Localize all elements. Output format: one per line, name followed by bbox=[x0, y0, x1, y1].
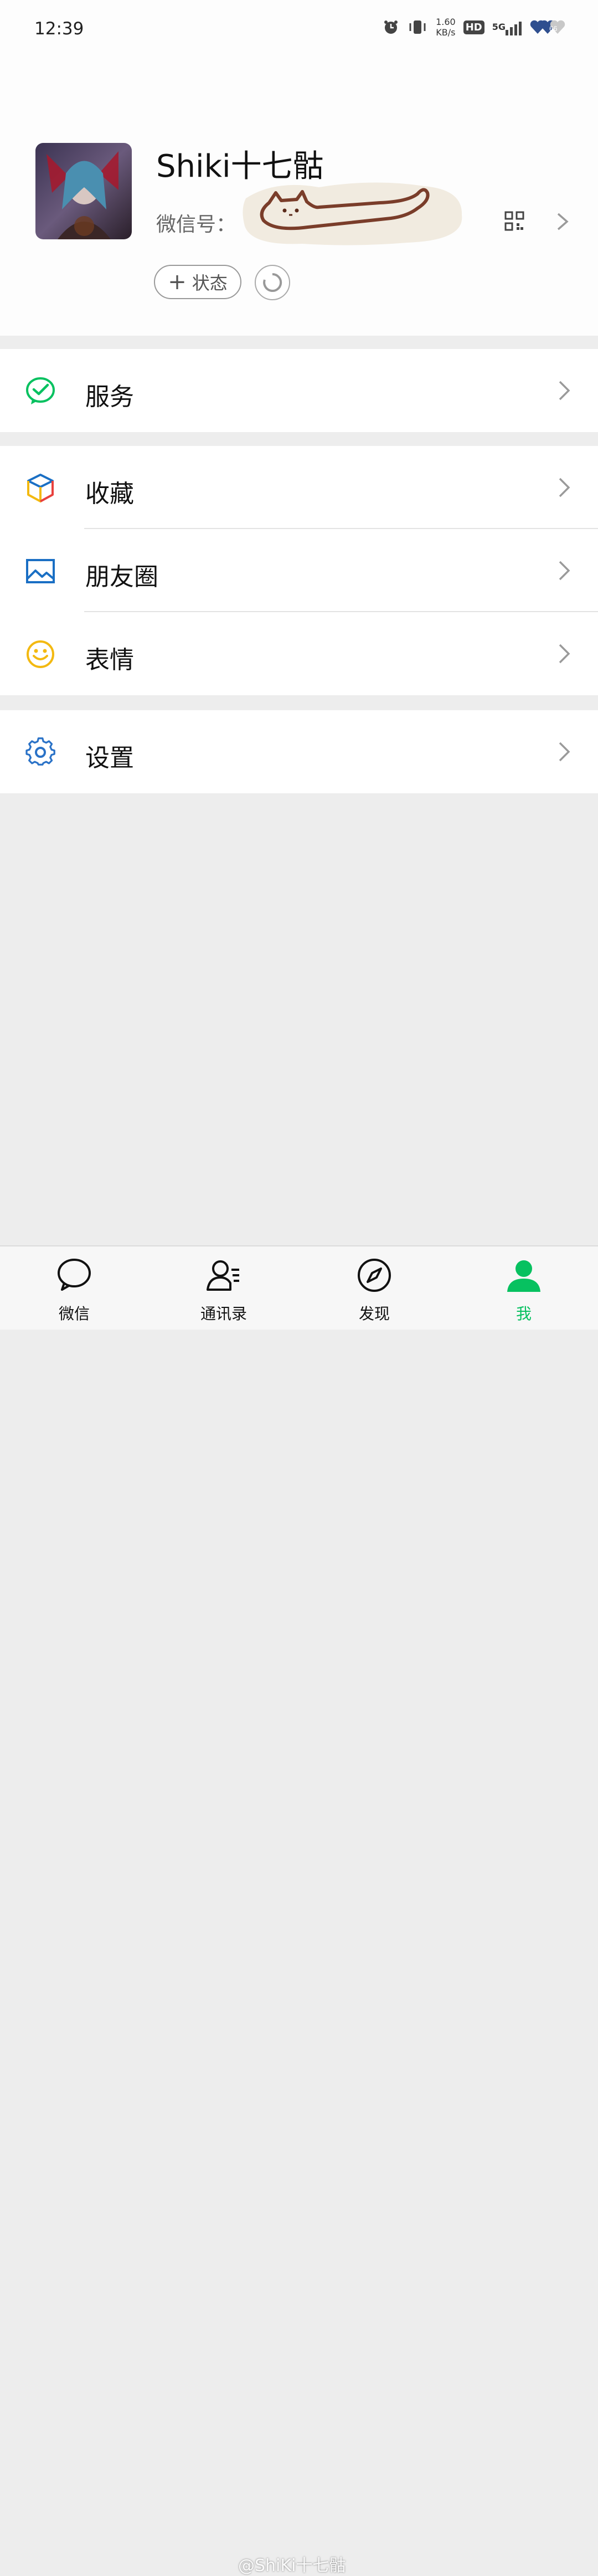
settings-group: 设置 bbox=[0, 710, 598, 793]
tab-me[interactable]: 我 bbox=[485, 1246, 563, 1330]
battery-level: 66 bbox=[549, 24, 557, 33]
contacts-person-icon bbox=[207, 1260, 239, 1291]
menu-label-services: 服务 bbox=[85, 383, 134, 411]
qr-code-icon[interactable] bbox=[504, 211, 524, 231]
tab-label-discover: 发现 bbox=[358, 1305, 390, 1323]
bottom-tab-bar: 微信 通讯录 发现 我 @ShiKi十七骷 bbox=[0, 1245, 598, 2575]
hd-badge: HD bbox=[463, 20, 484, 34]
menu-item-favorites[interactable]: 收藏 bbox=[0, 446, 598, 529]
avatar[interactable] bbox=[35, 143, 132, 239]
chevron-right-icon bbox=[559, 644, 570, 664]
favorites-cube-icon bbox=[27, 474, 54, 502]
menu-item-moments[interactable]: 朋友圈 bbox=[0, 529, 598, 612]
wechat-id-label: 微信号： bbox=[156, 213, 236, 236]
status-bar: 12:39 1.60 KB/s HD 5G 66 bbox=[0, 0, 598, 61]
chevron-right-icon bbox=[559, 478, 570, 497]
tab-chats[interactable]: 微信 bbox=[35, 1246, 113, 1330]
battery-indicator: 66 bbox=[529, 19, 566, 35]
moments-picture-icon bbox=[26, 559, 55, 583]
signal-bars-icon bbox=[506, 19, 522, 35]
network-speed-value: 1.60 bbox=[436, 17, 456, 27]
tab-discover[interactable]: 发现 bbox=[336, 1246, 413, 1330]
add-status-button[interactable]: + 状态 bbox=[154, 265, 241, 299]
menu-item-services[interactable]: 服务 bbox=[0, 349, 598, 432]
services-group: 服务 bbox=[0, 349, 598, 432]
status-history-button[interactable] bbox=[255, 265, 290, 300]
avatar-image bbox=[35, 143, 132, 239]
menu-item-settings[interactable]: 设置 bbox=[0, 710, 598, 793]
network-speed: 1.60 KB/s bbox=[436, 17, 456, 38]
me-person-icon bbox=[507, 1260, 540, 1292]
cat-sticker-cover bbox=[243, 182, 462, 245]
chevron-right-icon[interactable] bbox=[556, 212, 569, 232]
profile-header[interactable]: Shiki十七骷 微信号： + 状态 bbox=[0, 61, 598, 336]
menu-label-settings: 设置 bbox=[85, 744, 134, 772]
alarm-icon bbox=[384, 20, 398, 34]
vibrate-icon bbox=[409, 20, 426, 34]
chevron-right-icon bbox=[559, 742, 570, 762]
menu-label-favorites: 收藏 bbox=[85, 480, 134, 508]
menu-label-moments: 朋友圈 bbox=[85, 563, 158, 591]
status-time: 12:39 bbox=[34, 19, 84, 39]
chat-bubble-icon bbox=[58, 1259, 91, 1291]
settings-gear-icon bbox=[25, 737, 55, 766]
watermark: @ShiKi十七骷 bbox=[238, 2556, 346, 2575]
signal-indicator: 5G bbox=[492, 19, 522, 35]
compass-icon bbox=[358, 1259, 391, 1292]
stickers-smile-icon bbox=[27, 640, 54, 668]
tab-label-me: 我 bbox=[515, 1305, 532, 1323]
network-speed-unit: KB/s bbox=[436, 27, 456, 38]
nickname: Shiki十七骷 bbox=[156, 148, 324, 184]
status-button-label: 状态 bbox=[192, 273, 228, 294]
menu-label-stickers: 表情 bbox=[85, 646, 134, 674]
tab-contacts[interactable]: 通讯录 bbox=[185, 1246, 262, 1330]
content-group: 收藏 朋友圈 表情 bbox=[0, 446, 598, 695]
plus-icon: + bbox=[168, 269, 187, 295]
status-icons: 1.60 KB/s HD 5G 66 bbox=[383, 17, 566, 38]
battery-heart-icon: 66 bbox=[530, 20, 565, 34]
tab-label-contacts: 通讯录 bbox=[200, 1305, 247, 1323]
menu-item-stickers[interactable]: 表情 bbox=[0, 612, 598, 695]
chevron-right-icon bbox=[559, 561, 570, 581]
chevron-right-icon bbox=[559, 381, 570, 401]
tab-label-chats: 微信 bbox=[58, 1305, 90, 1323]
network-type: 5G bbox=[492, 22, 506, 32]
circle-refresh-icon bbox=[263, 273, 282, 292]
services-check-icon bbox=[26, 377, 55, 404]
